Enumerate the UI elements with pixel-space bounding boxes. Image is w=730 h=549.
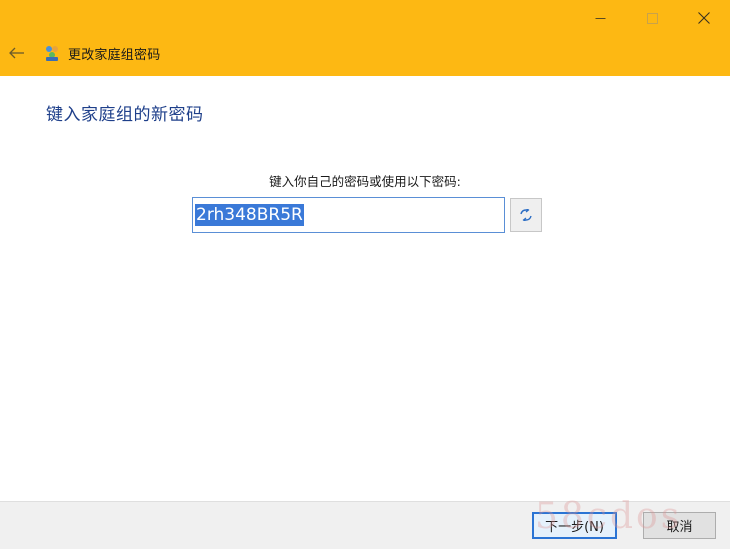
close-button[interactable]	[678, 0, 730, 36]
homegroup-icon	[43, 44, 61, 62]
password-value: 2rh348BR5R	[195, 204, 304, 226]
minimize-button[interactable]	[574, 0, 626, 36]
main-content: 键入家庭组的新密码 键入你自己的密码或使用以下密码: 2rh348BR5R	[0, 76, 730, 501]
maximize-icon	[646, 12, 658, 24]
back-button[interactable]	[0, 36, 34, 70]
page-heading: 键入家庭组的新密码	[46, 105, 204, 125]
password-prompt-text: 键入你自己的密码或使用以下密码:	[269, 174, 461, 189]
next-button[interactable]: 下一步(N)	[532, 512, 617, 539]
generate-password-button[interactable]	[510, 198, 542, 232]
navigation-row: 更改家庭组密码	[0, 36, 730, 70]
minimize-icon	[595, 17, 605, 19]
window-title: 更改家庭组密码	[68, 47, 161, 63]
password-input[interactable]: 2rh348BR5R	[192, 197, 505, 233]
dialog-footer: 下一步(N) 取消	[0, 501, 730, 549]
window-controls	[574, 0, 730, 36]
dialog-window: 更改家庭组密码 键入家庭组的新密码 键入你自己的密码或使用以下密码: 2rh34…	[0, 0, 730, 549]
title-bar: 更改家庭组密码	[0, 0, 730, 76]
cancel-button[interactable]: 取消	[643, 512, 716, 539]
password-prompt: 键入你自己的密码或使用以下密码:	[0, 171, 730, 190]
refresh-password-icon	[520, 209, 532, 221]
back-arrow-icon	[9, 47, 24, 59]
close-icon	[698, 12, 710, 24]
maximize-button[interactable]	[626, 0, 678, 36]
